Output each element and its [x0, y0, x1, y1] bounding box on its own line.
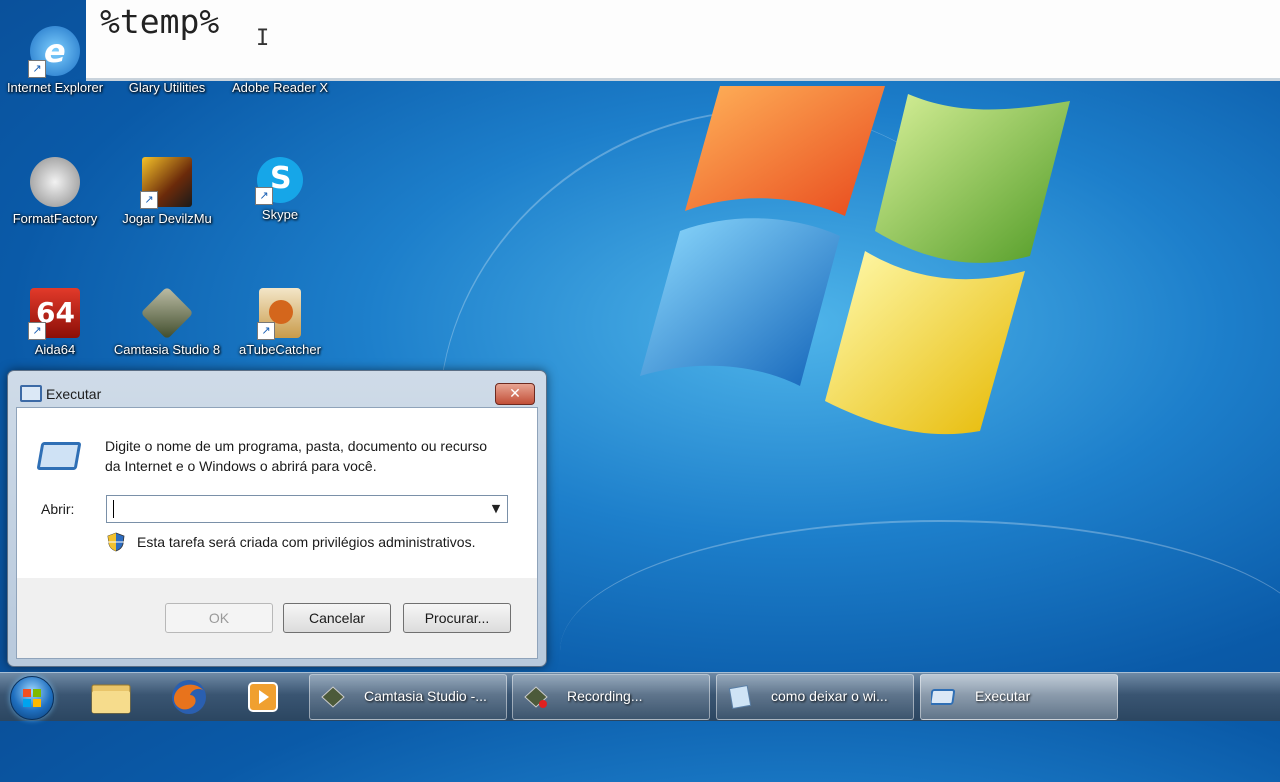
- desktop-icon-label: Camtasia Studio 8: [113, 342, 221, 357]
- run-icon: [931, 689, 956, 705]
- devilzmu-icon: ↗: [140, 157, 192, 209]
- desktop-icon-adobe-reader[interactable]: Adobe Reader X: [225, 26, 335, 95]
- cancel-button[interactable]: Cancelar: [283, 603, 391, 633]
- desktop-icon-label: aTubeCatcher: [239, 342, 321, 357]
- ok-button[interactable]: OK: [165, 603, 273, 633]
- desktop-icon-glary-utilities[interactable]: Glary Utilities: [112, 26, 222, 95]
- run-dialog: Executar ✕ Digite o nome de um programa,…: [7, 370, 547, 667]
- open-label: Abrir:: [41, 501, 75, 517]
- desktop-icon-internet-explorer[interactable]: e ↗ Internet Explorer: [0, 26, 110, 95]
- taskbar-item-label: Camtasia Studio -...: [364, 688, 487, 704]
- desktop-icon-label: Skype: [261, 207, 299, 222]
- desktop-icon-label: FormatFactory: [12, 211, 98, 226]
- taskbar-pin-firefox[interactable]: [164, 677, 214, 717]
- desktop-icon-label: Adobe Reader X: [231, 80, 329, 95]
- formatfactory-icon: [30, 157, 80, 207]
- run-title-icon: [20, 385, 42, 402]
- dialog-title: Executar: [46, 386, 102, 402]
- desktop-icon-label: Internet Explorer: [6, 80, 104, 95]
- taskbar-pin-media-player[interactable]: [238, 677, 288, 717]
- recording-icon: [524, 686, 548, 708]
- dialog-body: Digite o nome de um programa, pasta, doc…: [16, 407, 538, 659]
- desktop-icon-camtasia[interactable]: Camtasia Studio 8: [112, 286, 222, 357]
- desktop-icon-label: Jogar DevilzMu: [122, 211, 212, 226]
- desktop-icon-label: Aida64: [34, 342, 76, 357]
- atubecatcher-icon: ↗: [257, 288, 301, 340]
- admin-privileges-note: Esta tarefa será criada com privilégios …: [137, 534, 476, 550]
- camtasia-icon: [140, 286, 194, 340]
- desktop-icon-skype[interactable]: S ↗ Skype: [225, 157, 335, 222]
- dialog-content-area: Digite o nome de um programa, pasta, doc…: [17, 408, 537, 578]
- start-button[interactable]: [10, 676, 54, 720]
- desktop-icon-label: Glary Utilities: [128, 80, 206, 95]
- taskbar-item-notepad[interactable]: como deixar o wi...: [716, 674, 914, 720]
- windows-flag-icon: [23, 689, 41, 707]
- desktop-icon-devilzmu[interactable]: ↗ Jogar DevilzMu: [112, 157, 222, 226]
- taskbar-pin-explorer[interactable]: [86, 677, 136, 717]
- media-player-icon: [248, 682, 278, 712]
- close-icon: ✕: [509, 386, 521, 402]
- camtasia-icon: [321, 686, 345, 708]
- open-input[interactable]: [111, 498, 475, 520]
- desktop-icon-formatfactory[interactable]: FormatFactory: [0, 157, 110, 226]
- chevron-down-icon[interactable]: ▼: [485, 496, 507, 522]
- aida64-icon: 64 ↗: [28, 288, 80, 340]
- glary-utilities-icon: [142, 26, 192, 76]
- file-explorer-icon: [91, 684, 131, 714]
- windows-logo: [640, 86, 1070, 435]
- desktop-icon-aida64[interactable]: 64 ↗ Aida64: [0, 288, 110, 357]
- taskbar-item-executar[interactable]: Executar: [920, 674, 1118, 720]
- taskbar-item-camtasia[interactable]: Camtasia Studio -...: [309, 674, 507, 720]
- browse-button[interactable]: Procurar...: [403, 603, 511, 633]
- desktop-icon-atubecatcher[interactable]: ↗ aTubeCatcher: [225, 288, 335, 357]
- taskbar-item-recording[interactable]: Recording...: [512, 674, 710, 720]
- notepad-icon: [728, 685, 752, 709]
- desktop-light-streak: [560, 520, 1280, 782]
- text-caret: [113, 500, 114, 518]
- taskbar-item-label: Recording...: [567, 688, 643, 704]
- dialog-description: Digite o nome de um programa, pasta, doc…: [105, 438, 488, 474]
- open-combobox[interactable]: ▼: [106, 495, 508, 523]
- taskbar-item-label: como deixar o wi...: [771, 688, 888, 704]
- taskbar: Camtasia Studio -... Recording... como d…: [0, 672, 1280, 721]
- taskbar-item-label: Executar: [975, 688, 1031, 704]
- internet-explorer-icon: e ↗: [28, 26, 80, 78]
- firefox-icon: [172, 680, 206, 714]
- skype-icon: S ↗: [255, 157, 303, 205]
- close-button[interactable]: ✕: [495, 383, 535, 405]
- uac-shield-icon: [107, 532, 125, 552]
- run-icon: [36, 442, 82, 470]
- adobe-reader-icon: [255, 26, 305, 76]
